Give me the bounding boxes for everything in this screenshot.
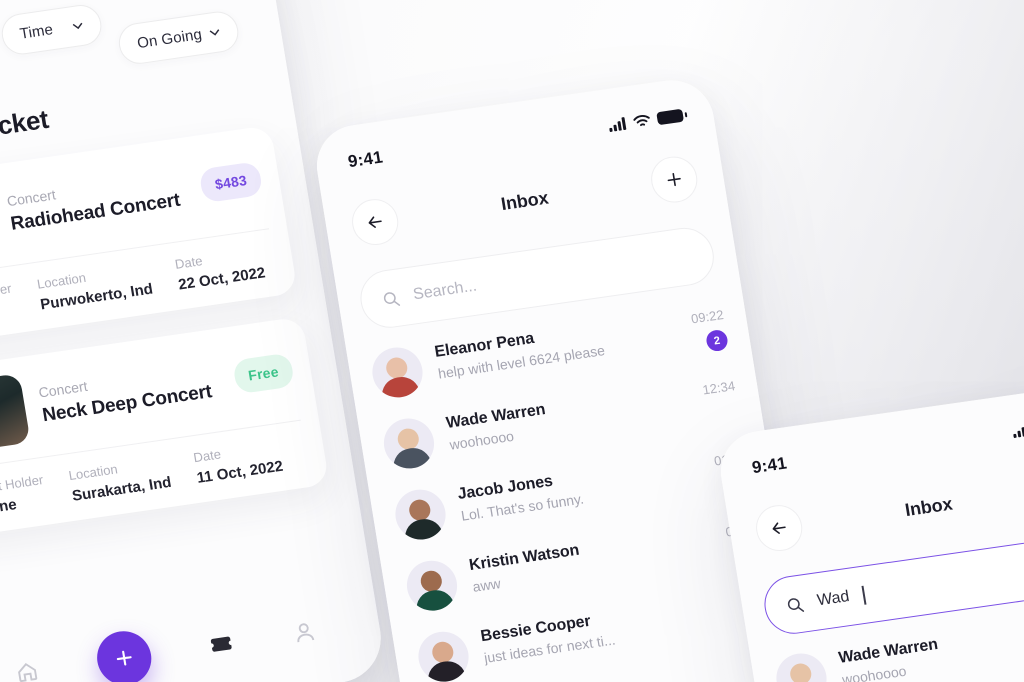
message-list: Eleanor Pena help with level 6624 please… [368, 301, 776, 682]
arrow-left-icon [368, 216, 382, 228]
back-button[interactable] [752, 502, 806, 555]
ticket-price-badge: $483 [198, 161, 264, 204]
ticket-date-field: Date 22 Oct, 2022 [174, 245, 267, 293]
ticket-holder-value: wayne [0, 496, 18, 520]
search-icon [383, 291, 401, 306]
ticket-holder-value: Dwayne [0, 300, 16, 328]
chevron-down-icon [209, 29, 220, 36]
status-bar: 9:41 [333, 78, 693, 174]
add-button[interactable] [647, 153, 701, 206]
message-time: 09:22 [689, 307, 725, 327]
ticket-meta: Concert Radiohead Concert [6, 168, 189, 236]
page-title: Inbox [903, 493, 954, 520]
ticket-free-badge: Free [231, 352, 296, 395]
filter-chip-time[interactable]: Time [0, 2, 105, 58]
ticket-details: Ticket Holder wayne Location Surakarta, … [0, 434, 309, 519]
avatar [414, 628, 473, 682]
search-icon [787, 597, 805, 612]
unread-badge: 2 [704, 328, 730, 353]
page-title: Inbox [499, 187, 550, 214]
filter-chip-ongoing[interactable]: On Going [116, 8, 242, 67]
battery-icon [656, 108, 684, 125]
chevron-down-icon [73, 22, 83, 30]
status-icons [608, 108, 684, 132]
ticket-location-field: Location Surakarta, Ind [68, 454, 173, 505]
ticket-location-field: Location Purwokerto, Ind [36, 261, 154, 314]
home-icon[interactable] [14, 659, 42, 682]
filter-chip-time-label: Time [18, 21, 55, 43]
ticket-holder-field: Ticket Holder wayne [0, 472, 48, 519]
nav-row: Inbox [749, 459, 1024, 555]
ticket-meta: Concert Neck Deep Concert [37, 359, 222, 427]
status-icons [1012, 414, 1024, 438]
search-value: Wad [815, 587, 851, 610]
message-text: Jacob Jones Lol. That's so funny. [456, 452, 688, 524]
plus-icon [116, 650, 132, 666]
profile-icon[interactable] [290, 619, 318, 646]
plus-icon [667, 172, 681, 187]
ticket-details: Ticket Holder Dwayne Location Purwokerto… [0, 243, 277, 328]
ticket-card[interactable]: Concert Radiohead Concert $483 Ticket Ho… [0, 125, 298, 347]
avatar [403, 557, 461, 614]
avatar [772, 650, 831, 682]
message-text: Eleanor Pena help with level 6624 please [433, 310, 665, 382]
ticket-card-header: Concert Radiohead Concert $483 [0, 143, 266, 261]
filter-chip-ongoing-label: On Going [135, 25, 204, 53]
message-status: 12:34 [685, 372, 740, 427]
ticket-date-field: Date 11 Oct, 2022 [192, 438, 284, 486]
back-button[interactable] [348, 196, 402, 249]
tickets-screen: Status Time On Going Active Ticket [0, 0, 388, 682]
avatar [368, 344, 427, 401]
bottom-tab-bar [0, 567, 388, 682]
phone-tickets-screen: Status Time On Going Active Ticket [0, 0, 388, 682]
ticket-thumbnail [0, 373, 31, 453]
arrow-left-icon [772, 522, 786, 534]
avatar [380, 415, 438, 472]
text-caret [861, 585, 867, 605]
ticket-card[interactable]: Concert Neck Deep Concert Free Ticket Ho… [0, 316, 330, 538]
cellular-signal-icon [1013, 426, 1024, 438]
status-time: 9:41 [750, 453, 789, 478]
ticket-card-header: Concert Neck Deep Concert Free [0, 335, 298, 453]
wifi-icon [633, 114, 650, 126]
message-time: 12:34 [701, 378, 737, 398]
message-status: 09:22 2 [674, 301, 730, 356]
mockup-stage: Status Time On Going Active Ticket [0, 0, 1024, 682]
ticket-holder-field: Ticket Holder Dwayne [0, 281, 16, 328]
message-text: Wade Warren woohoooo [445, 381, 677, 453]
message-text: Kristin Watson aww [468, 523, 700, 595]
message-text: Bessie Cooper just ideas for next ti... [479, 594, 711, 666]
avatar [391, 486, 450, 543]
add-fab[interactable] [92, 627, 156, 682]
status-time: 9:41 [346, 147, 385, 172]
cellular-signal-icon [609, 116, 627, 132]
ticket-icon[interactable] [206, 629, 236, 658]
search-placeholder: Search... [411, 277, 479, 304]
status-bar: 9:41 [737, 384, 1024, 480]
